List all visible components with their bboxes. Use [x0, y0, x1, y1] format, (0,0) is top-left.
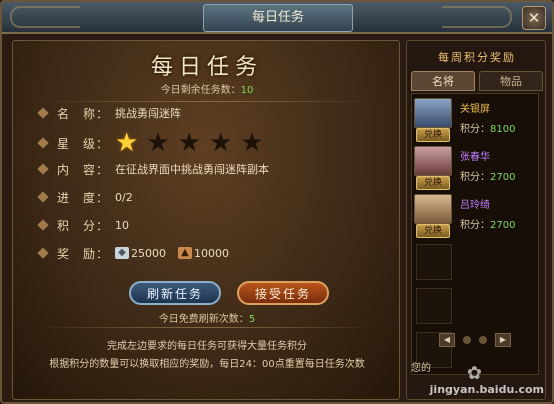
star-empty-icon: ★: [177, 128, 201, 158]
paw-watermark-icon: ✿: [466, 363, 482, 384]
free-refresh-value: 5: [248, 314, 256, 325]
avatar: [414, 98, 452, 128]
exchange-button[interactable]: 兑换: [416, 128, 450, 142]
task-panel: 每日任务 今日剩余任务数：10 名 称： 挑战勇闯迷阵 星 级： ★ ★ ★ ★ ★ 内…: [12, 40, 400, 400]
bullet-icon: [37, 163, 49, 175]
general-entry: 兑换 吕玲绮 积分：2700: [414, 194, 538, 238]
reward-silver: ◆ 25000: [115, 247, 166, 260]
star-empty-icon: ★: [146, 128, 170, 158]
star-rating: ★ ★ ★ ★ ★: [115, 130, 264, 156]
remaining-label: 今日剩余任务数：: [160, 85, 241, 96]
exchange-button[interactable]: 兑换: [416, 176, 450, 190]
row-progress: 进 度： 0/2: [37, 187, 133, 207]
points-value: 10: [115, 218, 129, 232]
divider: [35, 101, 379, 102]
general-score: 积分：2700: [460, 220, 516, 231]
general-score: 积分：8100: [460, 124, 516, 135]
row-points: 积 分： 10: [37, 215, 129, 235]
divider: [35, 327, 379, 328]
note-line-1: 完成左边要求的每日任务可获得大量任务积分: [107, 341, 307, 352]
name-label: 名 称：: [57, 106, 110, 121]
silver-icon: ◆: [115, 247, 129, 259]
bullet-icon: [37, 191, 49, 203]
task-heading: 每日任务: [150, 55, 263, 80]
remaining-tasks: 今日剩余任务数：10: [13, 81, 401, 96]
refresh-task-button[interactable]: 刷新任务: [129, 281, 221, 305]
free-refresh: 今日免费刷新次数：5: [13, 310, 401, 325]
general-name: 关银屏: [460, 104, 490, 115]
row-content: 内 容： 在征战界面中挑战勇闯迷阵副本: [37, 159, 269, 179]
tab-generals[interactable]: 名将: [411, 71, 475, 91]
daily-task-window: 每日任务 ✕ 每日任务 今日剩余任务数：10 名 称： 挑战勇闯迷阵 星 级： …: [0, 0, 554, 404]
tab-items[interactable]: 物品: [479, 71, 543, 91]
title-ornament-left: [10, 6, 80, 28]
star-empty-icon: ★: [208, 128, 233, 158]
star-empty-icon: ★: [240, 128, 264, 158]
reward-label: 奖 励：: [57, 246, 110, 261]
weekly-reward-panel: 每周积分奖励 名将 物品 兑换 关银屏 积分：8100 兑换 张春华 积分：27…: [406, 40, 546, 400]
page-dot: [463, 336, 471, 344]
note-line-2: 根据积分的数量可以换取相应的奖励，每日24：00点重置每日任务次数: [49, 359, 365, 370]
accept-task-button[interactable]: 接受任务: [237, 281, 329, 305]
empty-slot: [416, 288, 452, 324]
avatar: [414, 194, 452, 224]
row-stars: 星 级： ★ ★ ★ ★ ★: [37, 129, 264, 157]
general-name: 张春华: [460, 152, 490, 163]
general-name: 吕玲绮: [460, 200, 490, 211]
free-refresh-label: 今日免费刷新次数：: [158, 314, 249, 325]
page-dot: [479, 336, 487, 344]
general-entry: 兑换 关银屏 积分：8100: [414, 98, 538, 142]
next-page-icon[interactable]: ▶: [495, 333, 511, 347]
star-label: 星 级：: [57, 136, 110, 151]
content-value: 在征战界面中挑战勇闯迷阵副本: [115, 163, 269, 176]
avatar: [414, 146, 452, 176]
weekly-reward-title: 每周积分奖励: [438, 51, 516, 64]
bullet-icon: [37, 219, 49, 231]
close-button[interactable]: ✕: [522, 6, 546, 30]
progress-value: 0/2: [115, 190, 133, 204]
exp-icon: ▲: [178, 247, 192, 259]
name-value: 挑战勇闯迷阵: [115, 107, 181, 120]
title-ornament-right: [442, 6, 512, 28]
star-filled-icon: ★: [115, 128, 139, 158]
side-footer: 您的: [411, 363, 431, 374]
prev-page-icon[interactable]: ◀: [439, 333, 455, 347]
bullet-icon: [37, 137, 49, 149]
reward-exp: ▲ 10000: [178, 247, 229, 260]
bullet-icon: [37, 247, 49, 259]
window-title: 每日任务: [203, 4, 353, 32]
exchange-button[interactable]: 兑换: [416, 224, 450, 238]
points-label: 积 分：: [57, 218, 110, 233]
general-score: 积分：2700: [460, 172, 516, 183]
watermark: jingyan.baidu.com: [429, 383, 544, 396]
general-entry: 兑换 张春华 积分：2700: [414, 146, 538, 190]
pager: ◀ ▶: [439, 333, 511, 347]
row-name: 名 称： 挑战勇闯迷阵: [37, 103, 181, 123]
title-bar: 每日任务 ✕: [2, 2, 552, 34]
progress-label: 进 度：: [57, 190, 110, 205]
bullet-icon: [37, 107, 49, 119]
content-label: 内 容：: [57, 162, 110, 177]
remaining-value: 10: [240, 85, 254, 96]
row-rewards: 奖 励： ◆ 25000 ▲ 10000: [37, 243, 241, 263]
reward-tabs: 名将 物品: [411, 71, 543, 91]
empty-slot: [416, 244, 452, 280]
